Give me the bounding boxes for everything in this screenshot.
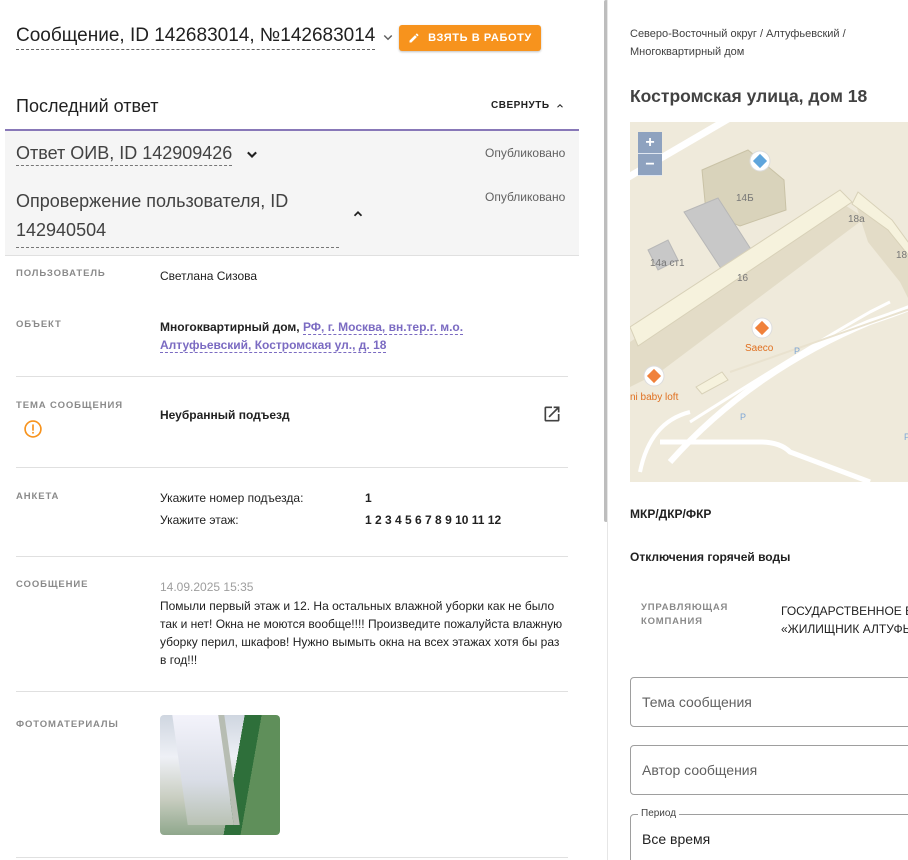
map-label-saeco: Saeco: [745, 343, 774, 354]
topic-filter-input[interactable]: Тема сообщения: [630, 677, 908, 727]
management-company-value: ГОСУДАРСТВЕННОЕ Б «ЖИЛИЩНИК АЛТУФЬ: [781, 602, 908, 638]
map-label-14a: 14а ст1: [650, 258, 685, 269]
map-canvas: 14Б 18а 18 14а ст1 16 Saeco ni baby loft…: [630, 122, 908, 482]
divider: [16, 857, 568, 858]
object-info-pane: Северо-Восточный округ / Алтуфьевский / …: [608, 0, 908, 860]
last-reply-panel: Ответ ОИВ, ID 142909426 Опубликовано Опр…: [5, 129, 579, 256]
survey-label: АНКЕТА: [16, 491, 60, 502]
photos-label: ФОТОМАТЕРИАЛЫ: [16, 719, 119, 730]
reply-oiv-status: Опубликовано: [485, 146, 566, 160]
map-label-18a: 18а: [848, 214, 865, 225]
management-company-line1: ГОСУДАРСТВЕННОЕ Б: [781, 604, 908, 618]
object-type: Многоквартирный дом,: [160, 320, 300, 334]
map-zoom-out-button[interactable]: −: [638, 154, 662, 176]
hot-water-label: Отключения горячей воды: [630, 550, 791, 564]
survey-question-floor: Укажите этаж:: [160, 513, 239, 527]
map[interactable]: 14Б 18а 18 14а ст1 16 Saeco ni baby loft…: [630, 122, 908, 482]
breadcrumb: Северо-Восточный округ / Алтуфьевский / …: [630, 28, 846, 58]
user-refutation-title[interactable]: Опровержение пользователя, ID 142940504: [16, 187, 339, 248]
svg-text:P: P: [794, 346, 800, 356]
message-detail-pane: Сообщение, ID 142683014, №142683014 ВЗЯТ…: [0, 0, 604, 860]
management-company-line2: «ЖИЛИЩНИК АЛТУФЬ: [781, 622, 908, 636]
collapse-label: СВЕРНУТЬ: [491, 100, 550, 111]
period-select[interactable]: Период Все время: [630, 808, 908, 860]
take-to-work-label: ВЗЯТЬ В РАБОТУ: [428, 32, 532, 44]
message-text: Помыли первый этаж и 12. На остальных вл…: [160, 599, 563, 667]
take-to-work-button[interactable]: ВЗЯТЬ В РАБОТУ: [399, 25, 541, 51]
map-label-18: 18: [896, 250, 908, 261]
period-label: Период: [638, 808, 680, 819]
divider: [16, 691, 568, 692]
chevron-down-icon[interactable]: [242, 144, 262, 164]
pencil-icon: [409, 33, 419, 43]
chevron-down-icon[interactable]: [379, 28, 397, 46]
map-zoom-in-button[interactable]: +: [638, 132, 662, 154]
photo-thumbnail[interactable]: [160, 715, 280, 835]
survey-answer-floor: 1 2 3 4 5 6 7 8 9 10 11 12: [365, 513, 502, 527]
map-label-baby-loft: ni baby loft: [630, 392, 679, 403]
open-in-new-icon[interactable]: [542, 404, 562, 424]
reply-oiv-header[interactable]: Ответ ОИВ, ID 142909426: [16, 141, 262, 166]
reply-oiv-title[interactable]: Ответ ОИВ, ID 142909426: [16, 141, 233, 166]
collapse-button[interactable]: СВЕРНУТЬ: [491, 100, 565, 111]
mkr-label: МКР/ДКР/ФКР: [630, 507, 712, 521]
topic-value: Неубранный подъезд: [160, 408, 290, 422]
author-filter-placeholder: Автор сообщения: [642, 762, 758, 778]
message-label: СООБЩЕНИЕ: [16, 579, 89, 590]
address-title: Костромская улица, дом 18: [630, 86, 868, 106]
svg-text:P: P: [904, 432, 908, 442]
divider: [16, 556, 568, 557]
period-value: Все время: [642, 831, 711, 847]
topic-label: ТЕМА СООБЩЕНИЯ: [16, 400, 123, 411]
map-label-16: 16: [737, 273, 749, 284]
topic-filter-placeholder: Тема сообщения: [642, 694, 752, 710]
user-value: Светлана Сизова: [160, 269, 258, 283]
chevron-up-icon: [556, 103, 563, 108]
warning-icon: [24, 420, 42, 438]
message-date: 14.09.2025 15:35: [160, 580, 254, 594]
user-label: ПОЛЬЗОВАТЕЛЬ: [16, 268, 106, 279]
object-label: ОБЪЕКТ: [16, 319, 62, 330]
divider: [16, 467, 568, 468]
last-reply-title: Последний ответ: [16, 96, 159, 116]
divider: [16, 376, 568, 377]
survey-question-entrance: Укажите номер подъезда:: [160, 491, 304, 505]
message-title-row[interactable]: Сообщение, ID 142683014, №142683014: [16, 24, 397, 50]
message-title[interactable]: Сообщение, ID 142683014, №142683014: [16, 24, 376, 50]
map-label-14b: 14Б: [736, 193, 754, 204]
survey-answer-entrance: 1: [365, 491, 372, 505]
object-value: Многоквартирный дом, РФ, г. Москва, вн.т…: [160, 318, 490, 354]
chevron-up-icon[interactable]: [351, 207, 365, 221]
map-zoom-controls: + −: [638, 132, 662, 176]
svg-text:P: P: [740, 412, 746, 422]
user-refutation-status: Опубликовано: [485, 190, 566, 204]
management-company-label: УПРАВЛЯЮЩАЯ КОМПАНИЯ: [641, 602, 729, 627]
author-filter-input[interactable]: Автор сообщения: [630, 745, 908, 795]
